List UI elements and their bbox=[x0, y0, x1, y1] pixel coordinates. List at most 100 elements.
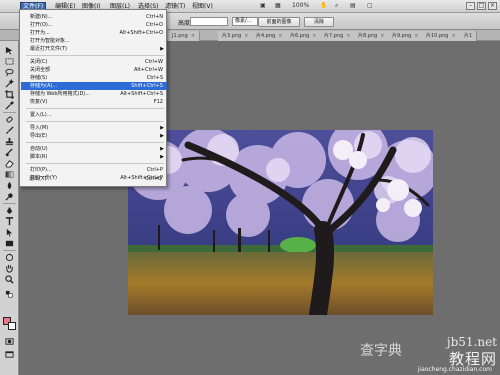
units-select[interactable]: 像素/... bbox=[232, 17, 258, 26]
menu-item-label: 恢复(V) bbox=[30, 99, 48, 105]
menu-item-label: 打开(O)... bbox=[30, 22, 53, 28]
menu-item-label: 新建(N)... bbox=[30, 14, 53, 20]
menu-item-new[interactable]: 新建(N)... Ctrl+N bbox=[21, 13, 167, 21]
tab-doc[interactable]: 片8.png × bbox=[354, 31, 390, 41]
menu-item-open-as[interactable]: 打开为... Alt+Shift+Ctrl+O bbox=[21, 29, 167, 37]
menu-item-shortcut: Shift+Ctrl+S bbox=[131, 83, 163, 89]
menu-separator bbox=[26, 121, 164, 122]
menu-item-place[interactable]: 置入(L)... bbox=[21, 111, 167, 119]
submenu-arrow-icon: ▶ bbox=[160, 125, 164, 131]
tool-separator bbox=[3, 250, 16, 251]
hand-icon[interactable] bbox=[3, 263, 16, 274]
menu-item-print[interactable]: 打印(P)... Ctrl+P bbox=[21, 166, 167, 174]
shape-icon[interactable] bbox=[3, 238, 16, 249]
menu-item-open[interactable]: 打开(O)... Ctrl+O bbox=[21, 21, 167, 29]
default-colors-icon[interactable] bbox=[3, 289, 16, 300]
screen-mode-icon[interactable]: ▢ bbox=[367, 2, 373, 10]
gradient-icon[interactable] bbox=[3, 169, 16, 180]
maximize-button[interactable]: □ bbox=[477, 2, 486, 10]
menu-item-label: 关闭全部 bbox=[30, 67, 51, 73]
tab-doc[interactable]: 片3.png × bbox=[218, 31, 254, 41]
tab-label: 片3.png bbox=[222, 33, 242, 39]
menu-item-label: 关闭(C) bbox=[30, 59, 48, 65]
marquee-icon[interactable] bbox=[3, 56, 16, 67]
close-icon[interactable]: × bbox=[451, 33, 455, 39]
canvas-image[interactable] bbox=[128, 130, 433, 315]
bridge-icon[interactable]: ▣ bbox=[260, 2, 266, 10]
menu-item-close[interactable]: 关闭(C) Ctrl+W bbox=[21, 58, 167, 66]
close-icon[interactable]: × bbox=[278, 33, 282, 39]
background-color-swatch[interactable] bbox=[8, 322, 16, 330]
close-icon[interactable]: × bbox=[414, 33, 418, 39]
tab-label: 片7.png bbox=[324, 33, 344, 39]
rotate-view-icon[interactable] bbox=[3, 252, 16, 263]
minimize-button[interactable]: – bbox=[466, 2, 475, 10]
menu-item-save-as[interactable]: 存储为(A)... Shift+Ctrl+S bbox=[21, 82, 167, 90]
eyedropper-icon[interactable] bbox=[3, 100, 16, 111]
history-brush-icon[interactable] bbox=[3, 147, 16, 158]
blur-icon[interactable] bbox=[3, 180, 16, 191]
eraser-icon[interactable] bbox=[3, 158, 16, 169]
tab-doc[interactable]: 片4.png × bbox=[252, 31, 288, 41]
front-image-button[interactable]: 前面的图像 bbox=[258, 17, 300, 27]
close-icon[interactable]: × bbox=[244, 33, 248, 39]
menu-item-save[interactable]: 存储(S) Ctrl+S bbox=[21, 74, 167, 82]
menu-item-label: 导出(E) bbox=[30, 133, 48, 139]
zoom-mini-icon[interactable]: ⌕ bbox=[335, 2, 338, 10]
healing-brush-icon[interactable] bbox=[3, 114, 16, 125]
menu-item-shortcut: Alt+Shift+Ctrl+S bbox=[120, 91, 163, 97]
menu-item-label: 置入(L)... bbox=[30, 112, 52, 118]
brush-icon[interactable] bbox=[3, 125, 16, 136]
menu-item-open-smart-object[interactable]: 打开为智能对象... bbox=[21, 37, 167, 45]
crop-icon[interactable] bbox=[3, 89, 16, 100]
menu-item-close-all[interactable]: 关闭全部 Alt+Ctrl+W bbox=[21, 66, 167, 74]
menu-item-automate[interactable]: 自动(U) ▶ bbox=[21, 145, 167, 153]
close-icon[interactable]: × bbox=[346, 33, 350, 39]
tab-doc[interactable]: 片10.png × bbox=[422, 31, 461, 41]
screen-mode-icon[interactable] bbox=[3, 349, 16, 360]
lasso-icon[interactable] bbox=[3, 67, 16, 78]
menu-item-exit[interactable]: 退出(X) Ctrl+Q bbox=[20, 175, 166, 183]
watermark-site: jb51.net bbox=[446, 335, 497, 349]
close-icon[interactable]: × bbox=[312, 33, 316, 39]
path-select-icon[interactable] bbox=[3, 227, 16, 238]
menu-item-label: 退出(X) bbox=[29, 176, 47, 182]
menu-item-save-for-web[interactable]: 存储为 Web所用格式(D)... Alt+Shift+Ctrl+S bbox=[21, 90, 167, 98]
arrange-icon[interactable]: ▤ bbox=[350, 2, 356, 10]
menu-view[interactable]: 视图(V) bbox=[190, 2, 215, 11]
menu-separator bbox=[26, 163, 164, 164]
menu-item-recent-files[interactable]: 最近打开文件(T) ▶ bbox=[21, 45, 167, 53]
tab-doc[interactable]: 片1 bbox=[460, 31, 478, 41]
menu-item-shortcut: Ctrl+Q bbox=[144, 176, 162, 182]
hand-mini-icon[interactable]: ✋ bbox=[320, 2, 327, 10]
zoom-icon[interactable] bbox=[3, 274, 16, 285]
menu-item-shortcut: F12 bbox=[153, 99, 163, 105]
close-icon[interactable]: × bbox=[380, 33, 384, 39]
menu-item-export[interactable]: 导出(E) ▶ bbox=[21, 132, 167, 140]
dodge-icon[interactable] bbox=[3, 191, 16, 202]
mini-bridge-icon[interactable]: ▦ bbox=[275, 2, 281, 10]
menu-item-scripts[interactable]: 脚本(R) ▶ bbox=[21, 153, 167, 161]
close-icon[interactable]: × bbox=[191, 33, 195, 39]
menu-item-import[interactable]: 导入(M) ▶ bbox=[21, 124, 167, 132]
clear-button[interactable]: 清除 bbox=[304, 17, 334, 27]
pen-icon[interactable] bbox=[3, 205, 16, 216]
tab-doc[interactable]: J1.png × bbox=[168, 31, 200, 41]
menu-item-shortcut: Ctrl+P bbox=[146, 167, 163, 173]
tab-doc[interactable]: 片6.png × bbox=[286, 31, 322, 41]
quick-mask-icon[interactable] bbox=[3, 336, 16, 347]
zoom-level[interactable]: 100% bbox=[292, 2, 309, 10]
watermark-url: jiaocheng.chazidian.com bbox=[417, 366, 492, 373]
menu-item-revert[interactable]: 恢复(V) F12 bbox=[21, 98, 167, 106]
move-icon[interactable] bbox=[3, 45, 16, 56]
tab-doc[interactable]: 片7.png × bbox=[320, 31, 356, 41]
menu-item-shortcut: Ctrl+W bbox=[144, 59, 163, 65]
tab-label: 片1 bbox=[464, 33, 473, 39]
tab-doc[interactable]: 片9.png × bbox=[388, 31, 424, 41]
type-icon[interactable] bbox=[3, 216, 16, 227]
menu-item-label: 打印(P)... bbox=[30, 167, 52, 173]
magic-wand-icon[interactable] bbox=[3, 78, 16, 89]
close-button[interactable]: × bbox=[488, 2, 497, 10]
height-input[interactable] bbox=[190, 17, 228, 26]
clone-stamp-icon[interactable] bbox=[3, 136, 16, 147]
